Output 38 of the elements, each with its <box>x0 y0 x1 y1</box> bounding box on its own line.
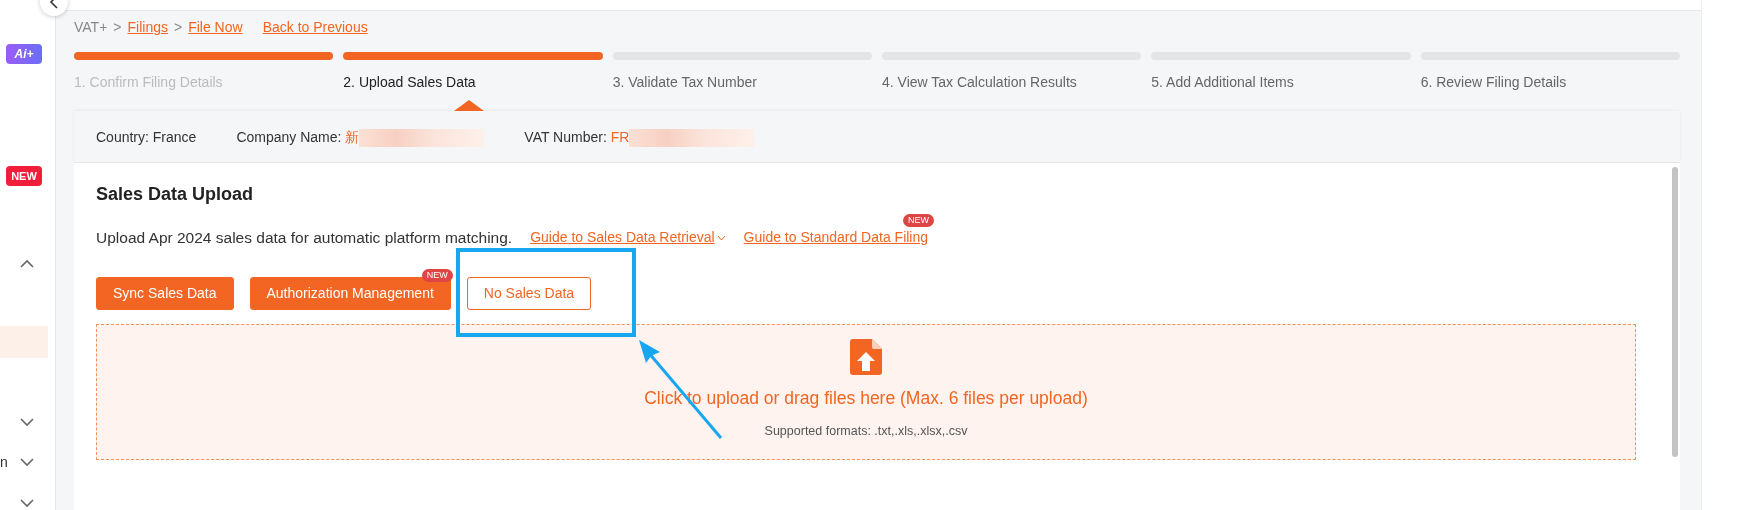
breadcrumb-separator: > <box>113 17 122 37</box>
info-value: 新 <box>345 129 360 145</box>
step-label: 3. Validate Tax Number <box>612 73 757 92</box>
file-upload-icon <box>850 339 882 376</box>
info-label: Country: <box>96 129 150 145</box>
chevron-down-icon[interactable] <box>19 497 35 509</box>
back-link[interactable]: Back to Previous <box>262 16 368 38</box>
info-label: VAT Number: <box>524 129 608 145</box>
breadcrumb-link[interactable]: File Now <box>188 16 243 38</box>
chevron-down-icon[interactable] <box>19 456 35 468</box>
dropdown-icon[interactable] <box>716 234 726 241</box>
breadcrumb-separator: > <box>174 17 183 37</box>
step-label: 5. Add Additional Items <box>1151 73 1294 92</box>
chevron-down-icon[interactable] <box>19 416 35 428</box>
step-label: 4. View Tax Calculation Results <box>882 73 1077 92</box>
new-badge: NEW <box>6 166 42 186</box>
step-label: 1. Confirm Filing Details <box>74 73 223 92</box>
outline-button[interactable]: No Sales Data <box>466 277 592 311</box>
new-badge: NEW <box>421 269 453 283</box>
description: Upload Apr 2024 sales data for automatic platform matching. <box>96 228 513 248</box>
ai-badge[interactable]: Ai+ <box>6 44 42 64</box>
chevron-up-icon[interactable] <box>19 258 35 270</box>
step-label: 2. Upload Sales Data <box>343 73 476 92</box>
info-value: FR <box>610 129 630 145</box>
supported-formats: Supported formats: .txt,.xls,.xlsx,.csv <box>764 422 968 440</box>
breadcrumb-text: VAT+ <box>74 17 108 37</box>
primary-button[interactable]: Sync Sales Data <box>96 277 234 311</box>
step-label: 6. Review Filing Details <box>1420 73 1567 92</box>
info-label: Company Name: <box>236 129 343 145</box>
section-title: Sales Data Upload <box>96 183 255 206</box>
breadcrumb-link[interactable]: Filings <box>127 16 168 38</box>
scrollbar[interactable] <box>1672 167 1678 457</box>
primary-button[interactable]: Authorization Management <box>249 277 451 311</box>
new-badge: NEW <box>903 214 935 228</box>
guide-link[interactable]: Guide to Sales Data Retrieval <box>530 227 715 249</box>
info-value: France <box>152 129 197 145</box>
sidebar-label: n <box>0 453 8 472</box>
guide-link[interactable]: Guide to Standard Data Filing <box>743 227 929 249</box>
